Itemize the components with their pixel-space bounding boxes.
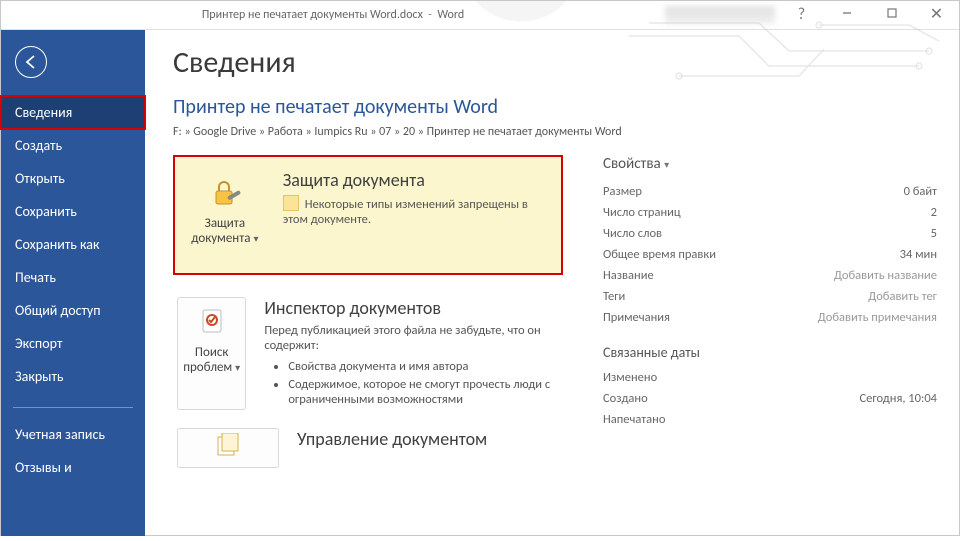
- inspect-bullet: Содержимое, которое не смогут прочесть л…: [288, 377, 563, 407]
- prop-title: НазваниеДобавить название: [603, 265, 937, 286]
- minimize-button[interactable]: [824, 1, 869, 29]
- properties-heading: Свойства: [603, 155, 661, 173]
- nav-save-as[interactable]: Сохранить как: [1, 228, 145, 261]
- lock-key-icon: [207, 177, 243, 209]
- documents-stack-icon: [210, 433, 246, 457]
- prop-edit-time: Общее время правки34 мин: [603, 244, 937, 265]
- backstage-sidebar: Сведения Создать Открыть Сохранить Сохра…: [1, 30, 145, 536]
- prop-tags: ТегиДобавить тег: [603, 286, 937, 307]
- breadcrumb: F: » Google Drive » Работа » Iumpics Ru …: [173, 125, 937, 139]
- app-name: Word: [437, 8, 464, 22]
- protect-document-section: Защита документа ▾ Защита документа Неко…: [173, 155, 563, 275]
- inspect-description: Перед публикацией этого файла не забудьт…: [264, 323, 563, 353]
- app-window: Принтер не печатает документы Word.docx …: [0, 0, 960, 536]
- prop-size: Размер0 байт: [603, 181, 937, 202]
- prop-printed: Напечатано: [603, 409, 937, 430]
- protect-heading: Защита документа: [283, 169, 545, 191]
- prop-words: Число слов5: [603, 223, 937, 244]
- nav-print[interactable]: Печать: [1, 261, 145, 294]
- nav-divider: [13, 407, 133, 408]
- chevron-down-icon: ▾: [235, 361, 240, 374]
- document-title-link[interactable]: Принтер не печатает документы Word: [173, 95, 937, 119]
- close-button[interactable]: ✕: [914, 1, 959, 29]
- related-dates-heading: Связанные даты: [603, 344, 937, 361]
- protect-description: Некоторые типы изменений запрещены в это…: [283, 195, 545, 227]
- nav-feedback[interactable]: Отзывы и: [1, 451, 145, 484]
- inspect-bullet: Свойства документа и имя автора: [288, 359, 563, 374]
- protect-button-label: Защита документа: [191, 216, 250, 246]
- check-issues-button[interactable]: Поиск проблем ▾: [177, 297, 246, 410]
- window-title: Принтер не печатает документы Word.docx …: [1, 1, 665, 29]
- prop-modified: Изменено: [603, 367, 937, 388]
- prop-comments: ПримечанияДобавить примечания: [603, 307, 937, 328]
- manage-document-button[interactable]: [177, 428, 279, 468]
- protect-document-button[interactable]: Защита документа ▾: [185, 169, 265, 253]
- inspect-bullets: Свойства документа и имя автора Содержим…: [266, 359, 563, 407]
- manage-heading: Управление документом: [297, 428, 487, 450]
- nav-save[interactable]: Сохранить: [1, 195, 145, 228]
- nav-account[interactable]: Учетная запись: [1, 418, 145, 451]
- inspect-document-section: Поиск проблем ▾ Инспектор документов Пер…: [173, 297, 563, 410]
- page-title: Сведения: [173, 44, 937, 81]
- account-name-blurred[interactable]: [665, 6, 775, 24]
- nav-close[interactable]: Закрыть: [1, 360, 145, 393]
- prop-pages: Число страниц2: [603, 202, 937, 223]
- properties-dropdown[interactable]: Свойства ▾: [603, 155, 937, 173]
- nav-create[interactable]: Создать: [1, 129, 145, 162]
- inspect-heading: Инспектор документов: [264, 297, 563, 319]
- nav-info[interactable]: Сведения: [1, 96, 145, 129]
- title-bar: Принтер не печатает документы Word.docx …: [1, 1, 959, 30]
- chevron-down-icon: ▾: [664, 158, 669, 171]
- info-pane: Сведения Принтер не печатает документы W…: [145, 30, 959, 536]
- manage-document-section: Управление документом: [173, 428, 563, 468]
- properties-panel: Свойства ▾ Размер0 байт Число страниц2 Ч…: [603, 155, 937, 430]
- document-check-icon: [194, 306, 230, 338]
- nav-export[interactable]: Экспорт: [1, 327, 145, 360]
- nav-open[interactable]: Открыть: [1, 162, 145, 195]
- check-issues-label: Поиск проблем: [183, 345, 232, 375]
- chevron-down-icon: ▾: [253, 232, 258, 245]
- back-button[interactable]: [15, 46, 47, 78]
- restore-button[interactable]: [869, 1, 914, 29]
- prop-created: СозданоСегодня, 10:04: [603, 388, 937, 409]
- nav-share[interactable]: Общий доступ: [1, 294, 145, 327]
- help-button[interactable]: ?: [779, 1, 824, 29]
- arrow-left-icon: [23, 54, 39, 70]
- file-name: Принтер не печатает документы Word.docx: [202, 8, 423, 22]
